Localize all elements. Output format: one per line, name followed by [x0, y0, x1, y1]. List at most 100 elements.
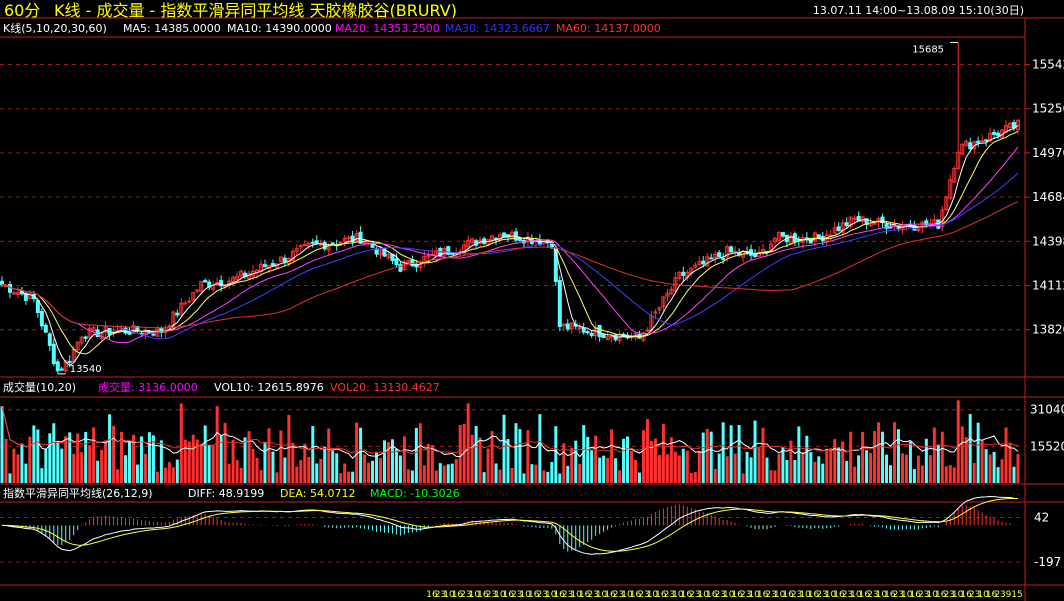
volume-bar	[912, 469, 916, 483]
volume-bar	[618, 470, 622, 483]
volume-bar	[996, 467, 1000, 483]
volume-bar	[295, 466, 299, 483]
volume-bar	[426, 443, 430, 483]
volume-bar	[972, 462, 976, 483]
volume-bar	[179, 403, 183, 483]
candle-body	[167, 325, 172, 328]
volume-bar	[127, 440, 131, 483]
volume-bar	[813, 461, 817, 483]
volume-bar	[944, 466, 948, 483]
volume-bar	[713, 468, 717, 483]
volume-bar	[968, 413, 972, 483]
ma30-line	[1, 172, 1019, 340]
volume-bar	[614, 458, 618, 483]
volume-bar	[235, 460, 239, 483]
volume-bar	[514, 423, 518, 483]
candle-body	[557, 280, 562, 328]
candle-body	[282, 257, 287, 263]
volume-bar	[904, 454, 908, 483]
stock-chart[interactable]: 15542 15256 14970 14684 14398 14112 13826 31040…	[0, 0, 1064, 601]
volume-bar	[916, 455, 920, 483]
volume-bar	[761, 427, 765, 483]
candle-body	[314, 240, 319, 244]
candle-body	[577, 327, 582, 330]
volume-bar	[371, 460, 375, 483]
candle-body	[581, 327, 586, 333]
candle-body	[83, 336, 88, 339]
volume-bar	[80, 452, 84, 483]
volume-bar	[410, 470, 414, 483]
volume-bar	[124, 455, 128, 483]
candle-body	[59, 368, 64, 371]
volume-bar	[88, 445, 92, 483]
volume-bar	[829, 448, 833, 483]
volume-bar	[526, 430, 530, 483]
volume-bar	[434, 470, 438, 483]
volume-bar	[534, 464, 538, 483]
x-tick-label: 15	[1011, 590, 1022, 600]
candle-body	[310, 241, 315, 244]
volume-bar	[502, 414, 506, 483]
volume-bar	[853, 466, 857, 483]
candle-body	[7, 284, 12, 293]
volume-bar	[382, 440, 386, 483]
volume-bar	[12, 448, 16, 483]
volume-bar	[183, 439, 187, 483]
volume-bar	[36, 429, 40, 483]
volume-bar	[709, 431, 713, 483]
candle-body	[370, 243, 375, 248]
volume-bar	[637, 472, 641, 483]
volume-bar	[689, 472, 693, 483]
volume-bar	[267, 428, 271, 483]
volume-bar	[645, 418, 649, 483]
volume-bar	[243, 437, 247, 483]
volume-bar	[865, 450, 869, 483]
volume-bar	[167, 462, 171, 483]
volume-bar	[112, 425, 116, 483]
volume-bar	[821, 463, 825, 483]
volume-bar	[76, 433, 80, 483]
volume-bar	[52, 423, 56, 483]
volume-bar	[681, 448, 685, 483]
volume-bar	[554, 426, 558, 483]
volume-bar	[657, 454, 661, 483]
volume-bar	[602, 455, 606, 483]
volume-bar	[223, 422, 227, 483]
volume-bar	[191, 434, 195, 483]
volume-bar	[749, 457, 753, 483]
volume-bar	[24, 463, 28, 483]
volume-bar	[797, 426, 801, 483]
volume-bar	[669, 437, 673, 483]
volume-bar	[139, 436, 143, 483]
volume-bar	[610, 429, 614, 483]
low-price-label: 13540	[70, 364, 102, 375]
volume-bar	[175, 459, 179, 483]
volume-bar	[857, 455, 861, 483]
volume-bar	[641, 430, 645, 483]
volume-bar	[885, 454, 889, 483]
volume-bar	[721, 422, 725, 483]
volume-bar	[900, 453, 904, 483]
volume-bar	[494, 463, 498, 483]
candle-body	[270, 263, 275, 266]
candle-body	[298, 245, 303, 248]
volume-bar	[231, 439, 235, 483]
volume-bar	[96, 460, 100, 483]
volume-bar	[227, 463, 231, 483]
volume-bar	[279, 430, 283, 483]
candle-body	[565, 323, 570, 330]
diff-line	[1, 496, 1019, 555]
volume-bar	[1016, 454, 1020, 483]
volume-bar	[948, 465, 952, 483]
volume-bar	[606, 457, 610, 483]
candle-body	[721, 257, 726, 260]
volume-bar	[988, 454, 992, 483]
volume-bar	[1000, 459, 1004, 483]
candle-body	[203, 279, 208, 283]
volume-bar	[155, 471, 159, 483]
price-tick-label: 14970	[1032, 146, 1064, 160]
ma10-line	[1, 130, 1019, 355]
volume-bar	[339, 473, 343, 483]
candle-body	[585, 331, 590, 334]
price-tick-label: 15256	[1032, 102, 1064, 116]
